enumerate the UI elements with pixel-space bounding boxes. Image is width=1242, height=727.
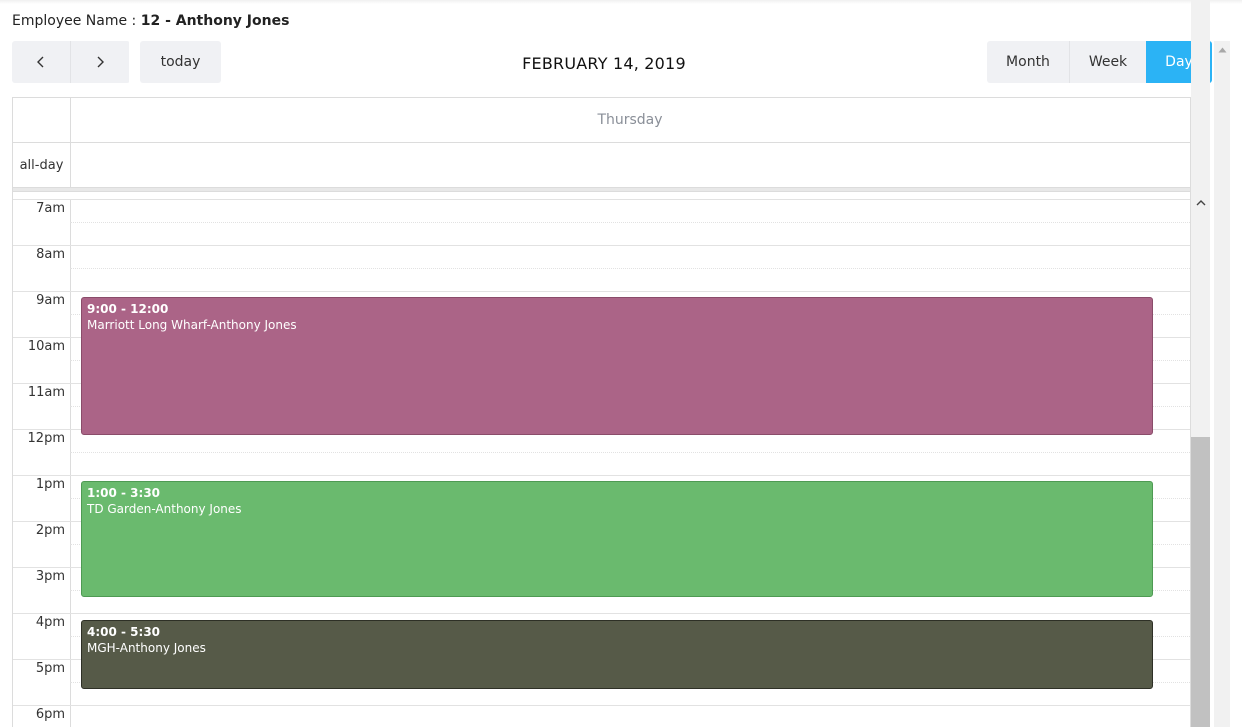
page-scroll-up-button[interactable] — [1214, 43, 1230, 57]
calendar-event[interactable]: 4:00 - 5:30 MGH-Anthony Jones — [81, 620, 1153, 689]
time-label: 8am — [36, 247, 65, 262]
time-label: 12pm — [27, 431, 65, 446]
time-label: 6pm — [35, 707, 65, 722]
calendar-grid: Thursday all-day 7am 8am 9am 10am 11am 1… — [12, 97, 1210, 727]
event-title: Marriott Long Wharf-Anthony Jones — [87, 318, 297, 332]
allday-label: all-day — [13, 143, 71, 187]
day-header: Thursday — [70, 98, 1191, 142]
event-title: TD Garden-Anthony Jones — [87, 502, 242, 516]
scroll-up-button[interactable] — [1191, 194, 1210, 210]
hour-line — [13, 475, 1190, 476]
half-hour-line — [70, 268, 1190, 269]
calendar-event[interactable]: 1:00 - 3:30 TD Garden-Anthony Jones — [81, 481, 1153, 597]
hour-line — [13, 291, 1190, 292]
hour-line — [13, 245, 1190, 246]
grid-scrollbar-thumb[interactable] — [1191, 437, 1210, 727]
view-month-button[interactable]: Month — [987, 41, 1069, 83]
allday-cell[interactable] — [70, 143, 1191, 187]
time-label: 11am — [27, 385, 65, 400]
time-gutter — [13, 199, 71, 727]
triangle-up-icon — [1218, 47, 1226, 53]
day-header-row: Thursday — [13, 98, 1209, 143]
header-gutter — [13, 98, 71, 142]
time-label: 4pm — [35, 615, 65, 630]
half-hour-line — [70, 452, 1190, 453]
time-label: 1pm — [35, 477, 65, 492]
half-hour-line — [70, 222, 1190, 223]
employee-value: 12 - Anthony Jones — [140, 13, 290, 29]
event-time: 1:00 - 3:30 — [87, 486, 161, 500]
page-scrollbar[interactable] — [1214, 41, 1230, 727]
time-label: 9am — [36, 293, 65, 308]
view-week-button[interactable]: Week — [1069, 41, 1146, 83]
employee-label: Employee Name : — [12, 13, 141, 29]
hour-line — [13, 613, 1190, 614]
time-label: 2pm — [35, 523, 65, 538]
allday-row: all-day — [13, 143, 1209, 187]
view-switcher: Month Week Day — [987, 41, 1212, 83]
time-label: 10am — [27, 339, 65, 354]
employee-name: Employee Name : 12 - Anthony Jones — [12, 13, 289, 29]
time-grid[interactable]: 7am 8am 9am 10am 11am 12pm 1pm 2pm 3pm 4… — [13, 187, 1209, 727]
chevron-up-icon — [1196, 199, 1205, 205]
event-title: MGH-Anthony Jones — [87, 641, 206, 655]
time-label: 7am — [36, 201, 65, 216]
event-time: 9:00 - 12:00 — [87, 302, 169, 316]
allday-divider — [13, 187, 1209, 192]
time-label: 3pm — [35, 569, 65, 584]
hour-line — [13, 705, 1190, 706]
time-label: 5pm — [35, 661, 65, 676]
top-shadow — [0, 0, 1242, 4]
event-time: 4:00 - 5:30 — [87, 625, 161, 639]
hour-line — [13, 199, 1190, 200]
calendar-event[interactable]: 9:00 - 12:00 Marriott Long Wharf-Anthony… — [81, 297, 1153, 435]
